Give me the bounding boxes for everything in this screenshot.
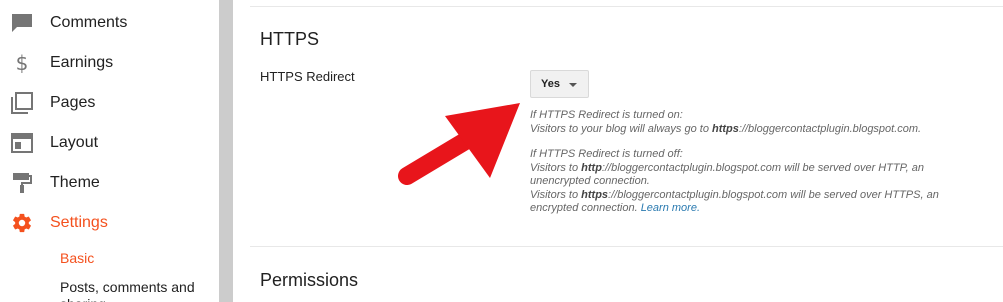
sidebar-item-theme[interactable]: Theme [0,163,219,203]
help-off-line1: If HTTPS Redirect is turned off: [530,148,683,160]
sidebar-item-comments[interactable]: Comments [0,3,219,43]
layout-icon [10,131,34,155]
sidebar-scrollbar[interactable] [219,0,233,302]
caret-down-icon [569,83,577,87]
settings-main: HTTPS HTTPS Redirect Yes If HTTPS Redire… [233,0,1003,302]
help-on-line2: Visitors to your blog will always go to … [530,122,922,135]
sidebar-subitem-basic[interactable]: Basic [60,250,94,267]
section-title-https: HTTPS [260,29,320,49]
sidebar-item-label: Settings [50,214,108,231]
dollar-icon: $ [15,51,29,75]
divider [250,6,1003,7]
comment-icon [10,11,34,35]
help-on-line1: If HTTPS Redirect is turned on: [530,109,683,121]
https-redirect-dropdown[interactable]: Yes [530,70,589,98]
help-off-line2: Visitors to http://bloggercontactplugin.… [530,161,924,188]
help-off-line3: Visitors to https://bloggercontactplugin… [530,188,939,215]
sidebar-item-label: Layout [50,134,99,151]
pages-icon [10,91,34,115]
sidebar-item-label: Theme [50,174,100,191]
gear-icon [10,211,34,235]
section-title-permissions: Permissions [260,270,359,290]
divider [250,246,1003,247]
https-off-help: If HTTPS Redirect is turned off: Visitor… [530,148,970,216]
learn-more-link[interactable]: Learn more. [641,202,700,214]
red-arrow-annotation [398,103,520,185]
sidebar-item-layout[interactable]: Layout [0,123,219,163]
paint-roller-icon [10,171,34,195]
sidebar-item-label: Pages [50,94,96,111]
sidebar-item-settings[interactable]: Settings [0,203,219,243]
sidebar-subitem-posts-comments-sharing[interactable]: Posts, comments and sharing [60,279,219,302]
sidebar-item-label: Earnings [50,54,114,71]
sidebar-item-label: Comments [50,14,128,31]
https-on-help: If HTTPS Redirect is turned on: Visitors… [530,109,990,136]
sidebar-item-earnings[interactable]: $ Earnings [0,43,219,83]
https-redirect-label: HTTPS Redirect [260,69,355,84]
https-redirect-value: Yes [541,78,560,90]
sidebar-item-pages[interactable]: Pages [0,83,219,123]
blogger-settings-page: Comments $ Earnings Pages Layout Theme S… [0,0,1003,302]
sidebar: Comments $ Earnings Pages Layout Theme S… [0,0,219,302]
